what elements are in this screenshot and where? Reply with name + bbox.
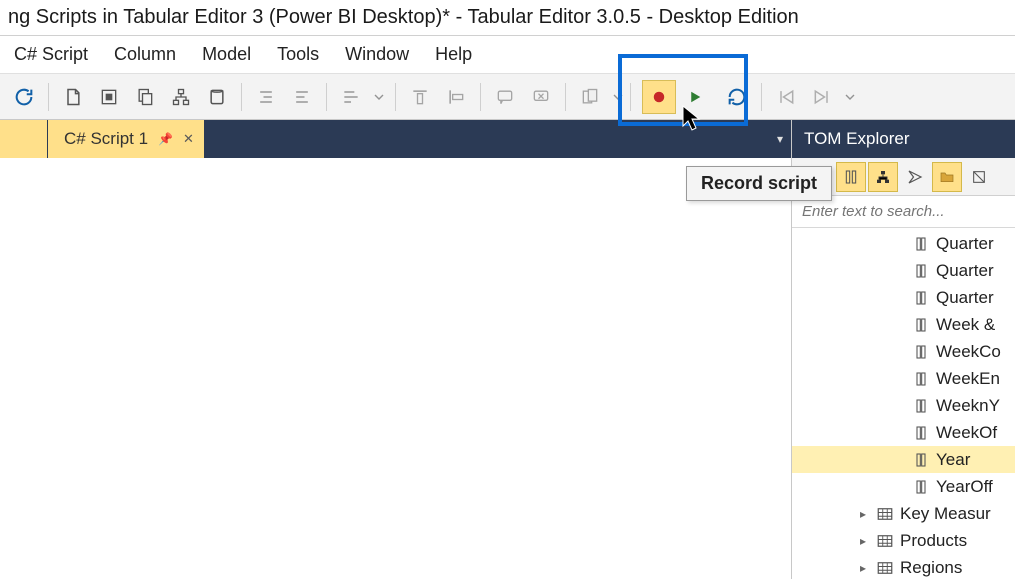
column-icon <box>912 451 930 469</box>
show-hierarchies-button[interactable] <box>868 162 898 192</box>
tree-item-label: WeeknY <box>936 396 1000 416</box>
tom-tree[interactable]: Quarter Quarter Quarter Week & WeekCo WeekEn W… <box>792 228 1015 579</box>
table-icon <box>876 559 894 577</box>
undo-button[interactable] <box>720 80 754 114</box>
tree-column-item[interactable]: YearOff <box>792 473 1015 500</box>
menu-model[interactable]: Model <box>198 42 255 67</box>
editor-area: C# Script 1 📌 ✕ ▾ <box>0 120 791 579</box>
table-icon <box>876 505 894 523</box>
dedent-button[interactable] <box>249 80 283 114</box>
tree-item-label: YearOff <box>936 477 993 497</box>
run-script-button[interactable] <box>678 80 712 114</box>
format-dropdown[interactable] <box>370 80 388 114</box>
bookmark-dropdown[interactable] <box>609 80 627 114</box>
column-icon <box>912 424 930 442</box>
main-toolbar <box>0 74 1015 120</box>
tom-explorer-header: TOM Explorer <box>792 120 1015 158</box>
column-icon <box>912 478 930 496</box>
column-icon <box>912 235 930 253</box>
show-partitions-button[interactable] <box>964 162 994 192</box>
bookmark-button[interactable] <box>573 80 607 114</box>
tab-gutter <box>0 120 48 158</box>
tree-item-label: WeekCo <box>936 342 1001 362</box>
column-icon <box>912 262 930 280</box>
tree-item-label: Year <box>936 450 970 470</box>
column-icon <box>912 316 930 334</box>
tab-strip: C# Script 1 📌 ✕ ▾ <box>0 120 791 158</box>
window-title-bar: ng Scripts in Tabular Editor 3 (Power BI… <box>0 0 1015 36</box>
comment-button[interactable] <box>488 80 522 114</box>
tree-item-label: WeekEn <box>936 369 1000 389</box>
indent-button[interactable] <box>285 80 319 114</box>
align-left-button[interactable] <box>439 80 473 114</box>
align-top-button[interactable] <box>403 80 437 114</box>
format-button[interactable] <box>334 80 368 114</box>
hierarchy-button[interactable] <box>164 80 198 114</box>
expander-icon[interactable]: ▸ <box>856 534 870 548</box>
step-forward-button[interactable] <box>805 80 839 114</box>
menu-bar: C# Script Column Model Tools Window Help <box>0 36 1015 74</box>
tab-label: C# Script 1 <box>64 129 148 149</box>
copy-button[interactable] <box>128 80 162 114</box>
tab-csharp-script[interactable]: C# Script 1 📌 ✕ <box>48 120 204 158</box>
column-icon <box>912 397 930 415</box>
tree-item-label: Quarter <box>936 234 994 254</box>
tree-item-label: Regions <box>900 558 962 578</box>
tree-table-item[interactable]: ▸ Products <box>792 527 1015 554</box>
record-script-tooltip: Record script <box>686 166 832 201</box>
menu-tools[interactable]: Tools <box>273 42 323 67</box>
tree-item-label: Week & <box>936 315 995 335</box>
column-icon <box>912 289 930 307</box>
pin-icon[interactable]: 📌 <box>158 132 173 146</box>
expander-icon[interactable]: ▸ <box>856 561 870 575</box>
menu-help[interactable]: Help <box>431 42 476 67</box>
refresh-button[interactable] <box>7 80 41 114</box>
workspace: C# Script 1 📌 ✕ ▾ TOM Explorer <box>0 120 1015 579</box>
tree-column-item[interactable]: Quarter <box>792 284 1015 311</box>
tree-item-label: Products <box>900 531 967 551</box>
tree-column-item[interactable]: WeeknY <box>792 392 1015 419</box>
tab-overflow-dropdown[interactable]: ▾ <box>769 120 791 158</box>
tree-item-label: Quarter <box>936 288 994 308</box>
tree-table-item[interactable]: ▸ Key Measur <box>792 500 1015 527</box>
tree-item-label: WeekOf <box>936 423 997 443</box>
tree-item-label: Key Measur <box>900 504 991 524</box>
script-editor[interactable] <box>0 158 791 579</box>
menu-column[interactable]: Column <box>110 42 180 67</box>
script-button[interactable] <box>200 80 234 114</box>
column-icon <box>912 343 930 361</box>
tree-column-item[interactable]: Week & <box>792 311 1015 338</box>
tree-item-label: Quarter <box>936 261 994 281</box>
new-file-button[interactable] <box>56 80 90 114</box>
panel-title: TOM Explorer <box>804 129 910 149</box>
menu-csharp-script[interactable]: C# Script <box>10 42 92 67</box>
tree-table-item[interactable]: ▸ Regions <box>792 554 1015 579</box>
column-icon <box>912 370 930 388</box>
expander-icon[interactable]: ▸ <box>856 507 870 521</box>
close-icon[interactable]: ✕ <box>183 131 194 147</box>
show-folders-button[interactable] <box>932 162 962 192</box>
tooltip-text: Record script <box>701 173 817 193</box>
table-icon <box>876 532 894 550</box>
step-back-button[interactable] <box>769 80 803 114</box>
record-script-button[interactable] <box>642 80 676 114</box>
tree-column-item[interactable]: WeekOf <box>792 419 1015 446</box>
window-title: ng Scripts in Tabular Editor 3 (Power BI… <box>8 6 799 29</box>
menu-window[interactable]: Window <box>341 42 413 67</box>
show-measures-button[interactable] <box>900 162 930 192</box>
uncomment-button[interactable] <box>524 80 558 114</box>
tree-column-item[interactable]: WeekEn <box>792 365 1015 392</box>
tree-column-item[interactable]: WeekCo <box>792 338 1015 365</box>
tree-column-item[interactable]: Quarter <box>792 230 1015 257</box>
show-columns-button[interactable] <box>836 162 866 192</box>
new-measure-button[interactable] <box>92 80 126 114</box>
step-dropdown[interactable] <box>841 80 859 114</box>
tree-column-item[interactable]: Year <box>792 446 1015 473</box>
tree-column-item[interactable]: Quarter <box>792 257 1015 284</box>
